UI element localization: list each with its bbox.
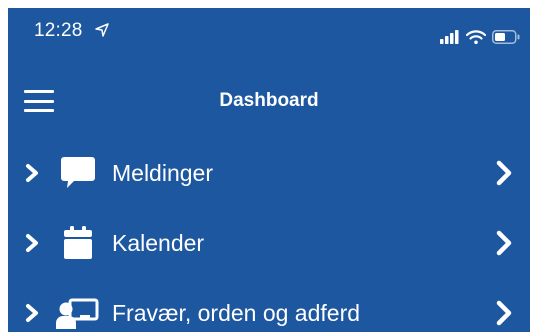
menu-item-meldinger[interactable]: Meldinger	[8, 138, 530, 208]
battery-icon	[492, 30, 520, 44]
expand-chevron-icon[interactable]	[22, 231, 42, 255]
chevron-right-icon[interactable]	[492, 158, 516, 188]
chevron-right-icon[interactable]	[492, 228, 516, 258]
expand-chevron-icon[interactable]	[22, 301, 42, 325]
menu-item-kalender[interactable]: Kalender	[8, 208, 530, 278]
status-time: 12:28	[34, 20, 83, 41]
menu-item-label: Fravær, orden og adferd	[112, 299, 361, 326]
app-screen: 12:28 Dashboard Meldinger Kalender Fravæ…	[8, 8, 530, 332]
expand-chevron-icon[interactable]	[22, 161, 42, 185]
menu-item-label: Kalender	[112, 229, 205, 256]
page-title: Dashboard	[219, 90, 319, 111]
menu-list: Meldinger Kalender Fravær, orden og adfe…	[8, 138, 530, 332]
menu-item-label: Meldinger	[112, 159, 213, 186]
calendar-icon	[54, 223, 102, 263]
signal-icon	[440, 30, 459, 44]
status-indicators	[440, 30, 520, 44]
menu-item-fravaer[interactable]: Fravær, orden og adferd	[8, 278, 530, 332]
location-arrow-icon	[95, 23, 109, 37]
chevron-right-icon[interactable]	[492, 298, 516, 328]
wifi-icon	[466, 30, 486, 44]
message-icon	[54, 153, 102, 193]
status-bar: 12:28	[8, 8, 530, 58]
person-board-icon	[54, 293, 102, 332]
navigation-bar: Dashboard	[8, 78, 530, 124]
